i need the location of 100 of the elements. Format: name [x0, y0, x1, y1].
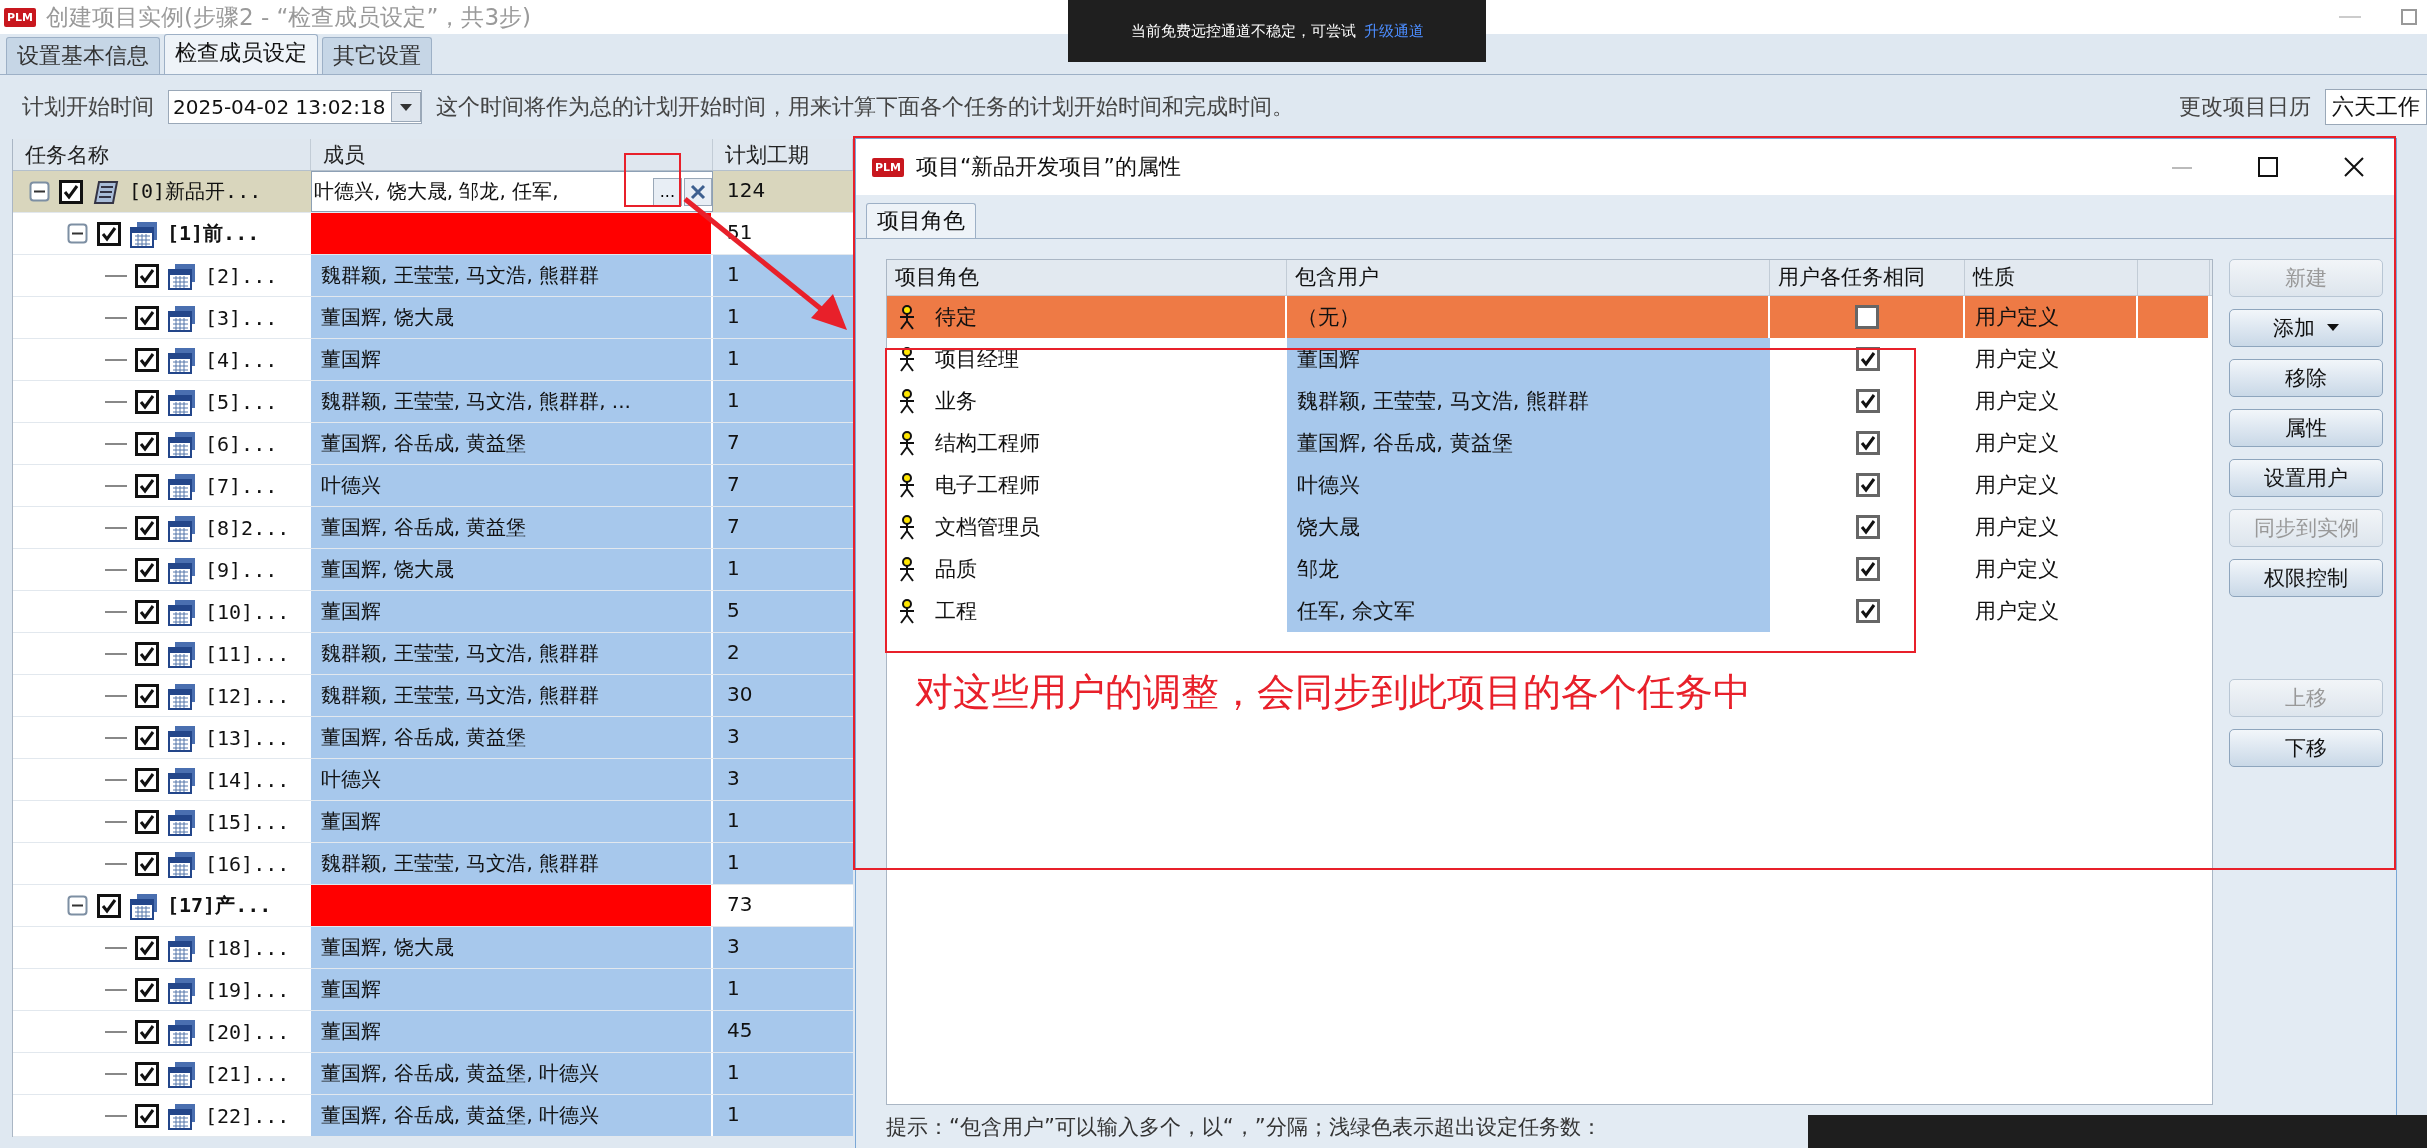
role-row[interactable]: 结构工程师 董国辉, 谷岳成, 黄益堡 用户定义 [887, 422, 2212, 464]
browse-button[interactable]: ... [652, 177, 682, 206]
checkbox[interactable] [135, 557, 159, 582]
person-icon [897, 556, 917, 582]
members-cell: 魏群颖, 王莹莹, 马文浩, 熊群群, ... [311, 381, 713, 422]
checkbox[interactable] [135, 347, 159, 372]
checkbox[interactable] [135, 683, 159, 708]
upgrade-link[interactable]: 升级通道 [1363, 21, 1424, 41]
task-name: [20]... [205, 1019, 290, 1044]
duration-cell: 3 [713, 927, 853, 968]
checkbox[interactable] [135, 851, 159, 876]
checkbox[interactable] [135, 935, 159, 960]
nature-cell-text: 用户定义 [1974, 430, 2060, 457]
checkbox[interactable] [135, 473, 159, 498]
calendar-icon [167, 723, 197, 752]
start-time-field[interactable]: 2025-04-02 13:02:18 [168, 90, 423, 124]
dropdown-icon[interactable] [391, 92, 422, 122]
calendar-icon [167, 681, 197, 710]
role-row[interactable]: 业务 魏群颖, 王莹莹, 马文浩, 熊群群 用户定义 [887, 380, 2212, 422]
task-name: [17]产... [167, 892, 272, 919]
checkbox[interactable] [1855, 347, 1880, 371]
role-row[interactable]: 电子工程师 叶德兴 用户定义 [887, 464, 2212, 506]
checkbox[interactable] [1855, 431, 1880, 455]
calendar-icon [167, 975, 197, 1004]
task-name: [4]... [205, 347, 278, 372]
checkbox[interactable] [135, 263, 159, 288]
checkbox[interactable] [135, 515, 159, 540]
tab[interactable]: 其它设置 [322, 37, 432, 74]
role-row[interactable]: 待定 （无） 用户定义 [887, 296, 2212, 338]
collapse-icon[interactable] [67, 222, 89, 245]
calendar-icon [167, 933, 197, 962]
dialog-button[interactable]: 权限控制 [2229, 559, 2383, 597]
dialog-title: 项目“新品开发项目”的属性 [916, 153, 1181, 181]
app-logo-icon: PLM [4, 7, 37, 27]
checkbox[interactable] [1855, 389, 1880, 413]
role-name: 待定 [935, 304, 977, 331]
dialog-button[interactable]: 移除 [2229, 359, 2383, 397]
column-header: 性质 [1965, 260, 2138, 295]
role-row[interactable]: 品质 邹龙 用户定义 [887, 548, 2212, 590]
role-row[interactable]: 工程 任军, 佘文军 用户定义 [887, 590, 2212, 632]
checkbox[interactable] [1855, 515, 1880, 539]
task-name: [13]... [205, 725, 290, 750]
role-row[interactable]: 文档管理员 饶大晟 用户定义 [887, 506, 2212, 548]
checkbox[interactable] [97, 893, 121, 918]
collapse-icon[interactable] [29, 180, 51, 203]
checkbox[interactable] [135, 1019, 159, 1044]
duration-cell: 124 [713, 171, 853, 212]
tab[interactable]: 项目角色 [866, 203, 976, 238]
dialog-button[interactable]: 添加 [2229, 309, 2383, 347]
checkbox[interactable] [135, 305, 159, 330]
checkbox[interactable] [135, 767, 159, 792]
column-header: 用户各任务相同 [1770, 260, 1965, 295]
members-cell: 董国辉 [311, 801, 713, 842]
duration-cell: 7 [713, 507, 853, 548]
calendar-icon [167, 1059, 197, 1088]
nature-cell-text: 用户定义 [1974, 388, 2060, 415]
members-cell: 董国辉, 谷岳成, 黄益堡 [311, 717, 713, 758]
checkbox[interactable] [135, 1103, 159, 1128]
collapse-icon[interactable] [67, 894, 89, 917]
start-time-note: 这个时间将作为总的计划开始时间，用来计算下面各个任务的计划开始时间和完成时间。 [436, 93, 1295, 121]
maximize-icon[interactable] [2256, 155, 2280, 179]
users-cell: （无） [1287, 296, 1770, 338]
checkbox[interactable] [97, 221, 121, 246]
dialog-button[interactable]: 设置用户 [2229, 459, 2383, 497]
checkbox[interactable] [135, 641, 159, 666]
checkbox[interactable] [135, 977, 159, 1002]
task-name: [0]新品开... [129, 178, 262, 205]
task-name: [5]... [205, 389, 278, 414]
tab[interactable]: 检查成员设定 [164, 34, 318, 74]
checkbox[interactable] [135, 389, 159, 414]
clear-icon[interactable] [684, 177, 712, 206]
checkbox[interactable] [1855, 599, 1880, 623]
task-name: [22]... [205, 1103, 290, 1128]
dialog-button[interactable]: 属性 [2229, 409, 2383, 447]
users-cell: 饶大晟 [1287, 506, 1770, 548]
checkbox[interactable] [59, 179, 83, 204]
task-name: [21]... [205, 1061, 290, 1086]
checkbox[interactable] [135, 1061, 159, 1086]
members-field[interactable]: 叶德兴, 饶大晟, 邹龙, 任军, ... [311, 171, 713, 212]
checkbox[interactable] [1854, 305, 1879, 329]
column-header: 任务名称 [13, 139, 311, 170]
close-icon[interactable] [2342, 155, 2366, 179]
calendar-label: 更改项目日历 [2179, 93, 2311, 121]
start-time-label: 计划开始时间 [22, 93, 154, 121]
task-name: [9]... [205, 557, 278, 582]
calendar-field[interactable]: 六天工作 [2325, 89, 2427, 125]
checkbox[interactable] [135, 809, 159, 834]
duration-cell: 7 [713, 423, 853, 464]
checkbox[interactable] [1855, 473, 1880, 497]
column-header: 成员 [311, 139, 713, 170]
checkbox[interactable] [135, 431, 159, 456]
dialog-button[interactable]: 下移 [2229, 729, 2383, 767]
calendar-icon [167, 555, 197, 584]
tab[interactable]: 设置基本信息 [6, 37, 160, 74]
members-cell: 叶德兴 [311, 759, 713, 800]
checkbox[interactable] [135, 725, 159, 750]
members-cell: 董国辉, 谷岳成, 黄益堡, 叶德兴 [311, 1095, 713, 1136]
checkbox[interactable] [135, 599, 159, 624]
checkbox[interactable] [1855, 557, 1880, 581]
person-icon [897, 388, 917, 414]
